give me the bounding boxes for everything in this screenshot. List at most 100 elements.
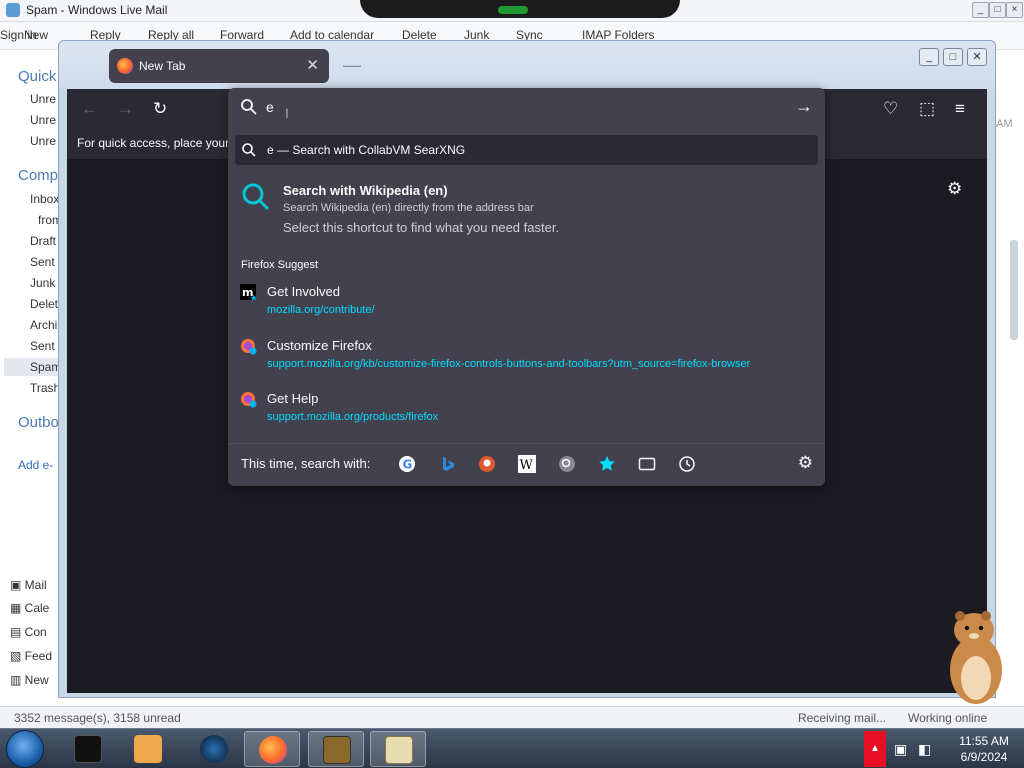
quick-view-item[interactable]: Unre — [30, 113, 56, 127]
mail-app-icon — [385, 736, 413, 764]
one-off-search-bar: This time, search with: G W ⚙ — [228, 443, 825, 486]
new-tab-button[interactable]: — — [343, 55, 361, 76]
tabs-icon[interactable] — [638, 455, 656, 473]
quick-view-item[interactable]: Unre — [30, 134, 56, 148]
duckduckgo-icon[interactable] — [478, 455, 496, 473]
firefox-icon — [117, 58, 133, 74]
search-suggestion-text: e — Search with CollabVM SearXNG — [267, 143, 466, 157]
wikipedia-icon[interactable]: W — [518, 455, 536, 473]
bookmarks-icon[interactable] — [598, 455, 616, 473]
mozilla-icon: m — [240, 284, 257, 301]
message-time-fragment: AM — [996, 118, 1013, 130]
clock-date: 6/9/2024 — [960, 750, 1008, 764]
newtab-settings-gear-icon[interactable]: ⚙ — [947, 179, 962, 199]
sign-in-link[interactable]: Sign in — [0, 28, 37, 42]
volume-icon[interactable]: ◧ — [918, 741, 931, 758]
firefox-suggest-heading: Firefox Suggest — [241, 259, 319, 271]
suggestion-title: Customize Firefox — [267, 338, 372, 353]
suggestion-url: support.mozilla.org/kb/customize-firefox… — [267, 358, 751, 370]
receiving-status: Receiving mail... — [798, 711, 887, 725]
nav-contacts[interactable]: ▤ Con — [10, 625, 47, 639]
system-clock[interactable]: 11:55 AM 6/9/2024 — [944, 733, 1024, 765]
google-icon[interactable]: G — [398, 455, 416, 473]
taskbar-app-box[interactable] — [308, 731, 364, 767]
address-bar-input[interactable]: e I → — [228, 88, 825, 128]
go-arrow-icon[interactable]: → — [795, 96, 813, 117]
bookmarks-hint: For quick access, place your b — [77, 136, 240, 150]
nav-calendar-label: Cale — [24, 601, 50, 615]
back-arrow-icon[interactable]: ← — [81, 99, 98, 119]
folder-trash[interactable]: Trash — [30, 381, 60, 395]
taskbar-app-media[interactable] — [120, 731, 176, 767]
windows-taskbar: ▲ ▣ ◧ 11:55 AM 6/9/2024 — [0, 728, 1024, 768]
taskbar-app-mail[interactable] — [370, 731, 426, 767]
terminal-icon — [74, 735, 102, 763]
nav-mail[interactable]: ▣ Mail — [10, 578, 47, 592]
wikipedia-shortcut-title: Search with Wikipedia (en) — [283, 183, 448, 198]
nav-feeds[interactable]: ▧ Feed — [10, 649, 52, 663]
history-icon[interactable] — [678, 455, 696, 473]
nav-newsgroups[interactable]: ▥ New — [10, 673, 49, 687]
wlm-minimize-button[interactable]: _ — [972, 2, 989, 18]
searxng-icon[interactable] — [558, 455, 576, 473]
wlm-window-title: Spam - Windows Live Mail — [26, 3, 168, 17]
vm-overlay-notch — [360, 0, 680, 18]
suggestion-title: Get Help — [267, 391, 319, 406]
forward-arrow-icon[interactable]: → — [117, 99, 134, 119]
urlbar-dropdown: e I → e — Search with CollabVM SearXNG S… — [228, 88, 825, 486]
wlm-app-icon — [6, 3, 20, 17]
folder-junk[interactable]: Junk — [30, 276, 55, 290]
quick-view-item[interactable]: Unre — [30, 92, 56, 106]
wlm-status-bar: 3352 message(s), 3158 unread Receiving m… — [0, 706, 1024, 728]
folder-archive[interactable]: Archi — [30, 318, 57, 332]
outbox-heading[interactable]: Outbo — [18, 414, 59, 431]
wlm-close-button[interactable]: × — [1006, 2, 1023, 18]
taskbar-app-terminal[interactable] — [60, 731, 116, 767]
suggestion-row[interactable]: Customize Firefox support.mozilla.org/kb… — [228, 336, 825, 376]
suggestion-title: Get Involved — [267, 284, 340, 299]
ff-maximize-button[interactable]: □ — [943, 48, 963, 66]
ff-close-button[interactable]: ✕ — [967, 48, 987, 66]
search-icon — [242, 183, 270, 211]
scrollbar-thumb[interactable] — [1010, 240, 1018, 340]
show-hidden-icons-button[interactable]: ▲ — [864, 731, 886, 767]
wikipedia-shortcut-subtitle: Search Wikipedia (en) directly from the … — [283, 202, 534, 214]
folder-drafts[interactable]: Draft — [30, 234, 56, 248]
online-status: Working online — [908, 711, 988, 725]
ff-minimize-button[interactable]: _ — [919, 48, 939, 66]
tab-new-tab[interactable]: New Tab ✕ — [109, 49, 329, 83]
folder-sent-2[interactable]: Sent — [30, 339, 55, 353]
suggestion-row[interactable]: m Get Involved mozilla.org/contribute/ — [228, 282, 825, 322]
folder-sent[interactable]: Sent — [30, 255, 55, 269]
nav-calendar[interactable]: ▦ Cale — [10, 601, 49, 615]
folder-deleted[interactable]: Delet — [30, 297, 58, 311]
box-app-icon — [323, 736, 351, 764]
bing-icon[interactable] — [438, 455, 456, 473]
network-icon[interactable]: ▣ — [894, 741, 907, 758]
firefox-icon — [241, 392, 257, 408]
account-heading: Comp — [18, 167, 59, 184]
close-tab-icon[interactable]: ✕ — [306, 56, 319, 74]
menu-hamburger-icon[interactable]: ≡ — [955, 99, 965, 119]
reload-icon[interactable]: ↻ — [153, 99, 167, 119]
clock-time: 11:55 AM — [959, 734, 1009, 748]
start-button[interactable] — [6, 730, 44, 768]
pocket-icon[interactable]: ♡ — [883, 99, 898, 119]
search-icon — [242, 143, 256, 157]
wlm-maximize-button[interactable]: □ — [989, 2, 1006, 18]
nav-contacts-label: Con — [24, 625, 47, 639]
firefox-icon — [241, 339, 257, 355]
wikipedia-shortcut-row[interactable]: Search with Wikipedia (en) Search Wikipe… — [228, 178, 825, 238]
add-email-link[interactable]: Add e- — [18, 458, 53, 472]
svg-text:W: W — [520, 458, 534, 473]
suggestion-row[interactable]: Get Help support.mozilla.org/products/fi… — [228, 389, 825, 429]
search-settings-gear-icon[interactable]: ⚙ — [798, 453, 813, 473]
taskbar-app-firefox[interactable] — [244, 731, 300, 767]
extensions-icon[interactable]: ⬚ — [919, 99, 935, 119]
search-suggestion-row[interactable]: e — Search with CollabVM SearXNG — [235, 135, 818, 165]
folder-spam[interactable]: Spam — [4, 358, 66, 376]
folder-inbox[interactable]: Inbox — [30, 192, 59, 206]
taskbar-app-globe[interactable] — [186, 731, 242, 767]
suggestion-url: support.mozilla.org/products/firefox — [267, 411, 439, 423]
message-count: 3352 message(s), 3158 unread — [14, 711, 181, 725]
